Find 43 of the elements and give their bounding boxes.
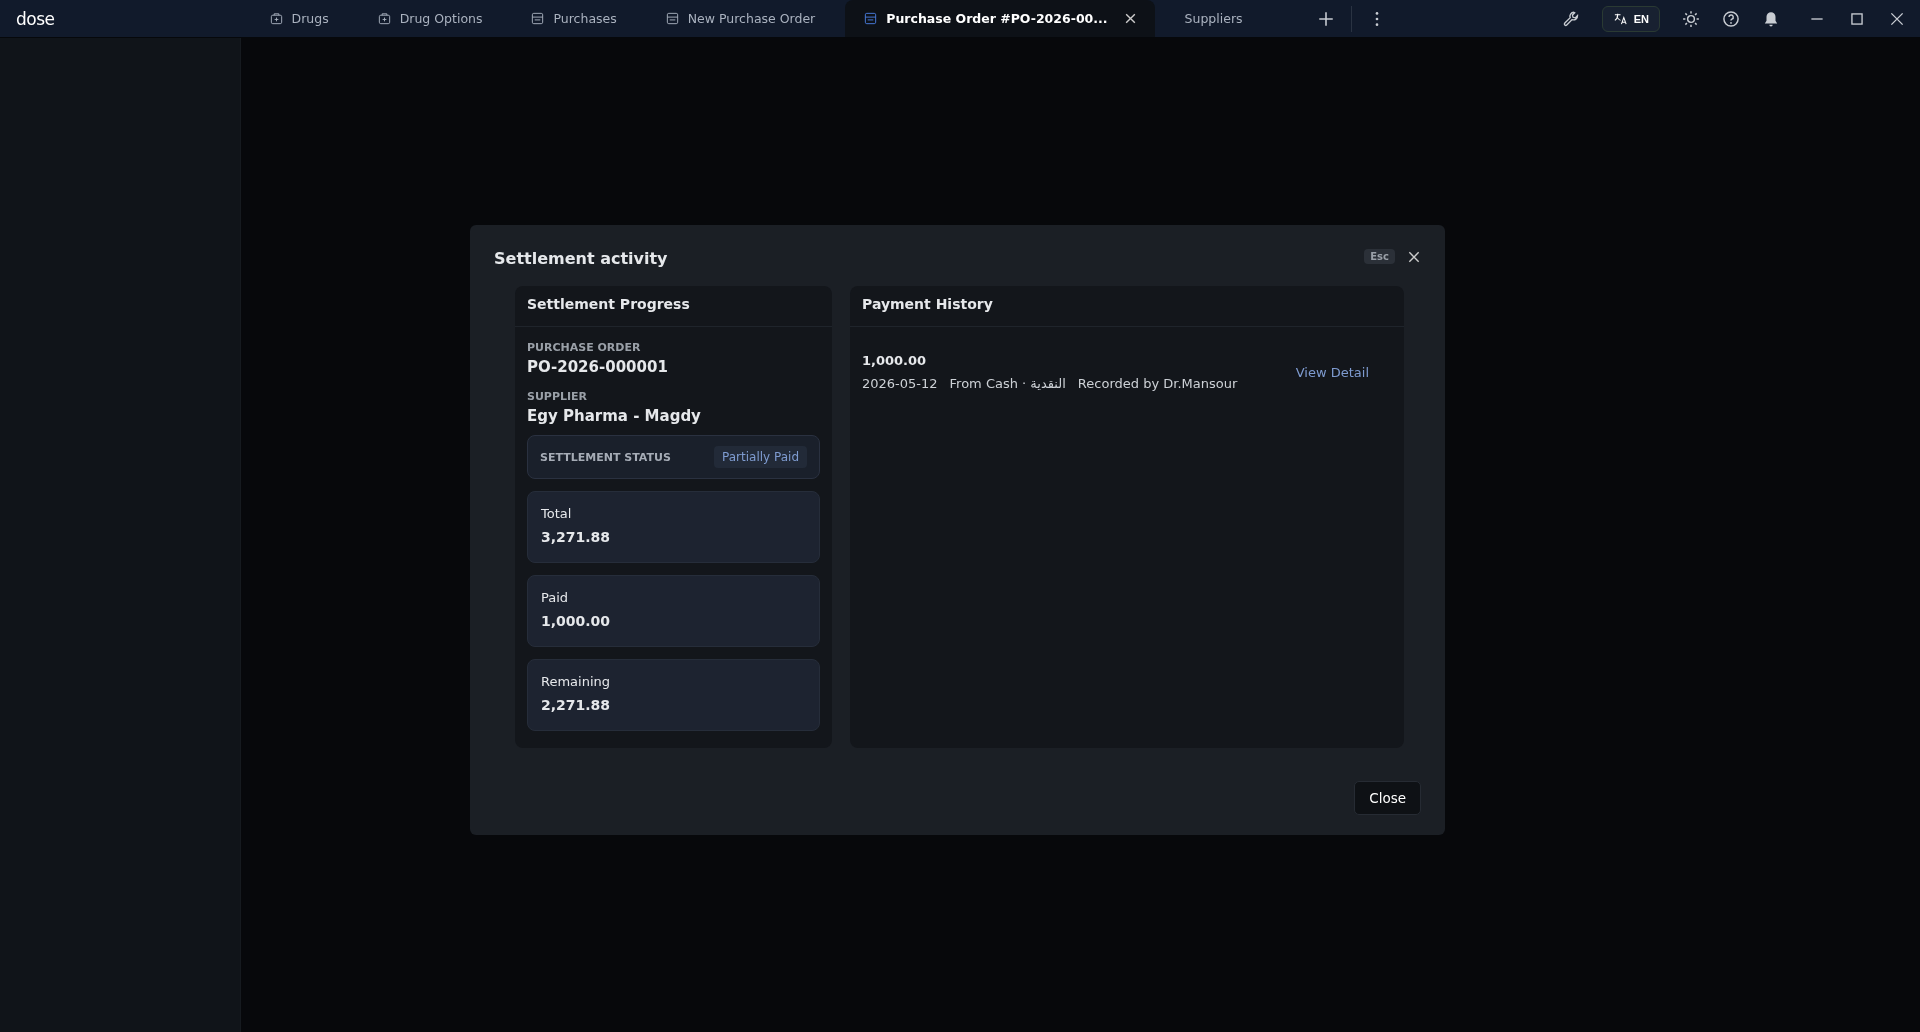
supplier-name: Egy Pharma - Magdy (527, 407, 702, 425)
receipt-icon (530, 11, 546, 26)
translate-icon (1612, 11, 1628, 26)
dialog-title: Settlement activity (494, 249, 668, 268)
payment-method: From Cash · النقدية (949, 376, 1066, 391)
card-title: Settlement Progress (515, 286, 832, 327)
amount-value: 3,271.88 (541, 529, 612, 545)
amount-label: Remaining (541, 674, 612, 689)
amount-value: 1,000.00 (541, 613, 612, 629)
receipt-icon (664, 11, 680, 26)
payment-amount: 1,000.00 (862, 353, 928, 368)
recorded-by: Recorded by Dr.Mansour (1077, 376, 1238, 391)
card-title: Payment History (850, 286, 1404, 327)
esc-key-hint: Esc (1364, 249, 1395, 264)
plus-icon[interactable] (1316, 9, 1335, 28)
amount-label: Paid (541, 590, 570, 605)
box-icon (376, 11, 392, 26)
sun-icon[interactable] (1682, 9, 1700, 28)
tab[interactable]: Purchases (512, 0, 635, 37)
status-label: SETTLEMENT STATUS (540, 450, 671, 464)
wrench-icon[interactable] (1561, 9, 1580, 28)
field-label: SUPPLIER (527, 390, 589, 403)
language-button[interactable]: EN (1601, 5, 1660, 32)
tab[interactable]: Suppliers (1166, 0, 1261, 37)
status-badge: Partially Paid (714, 446, 807, 468)
view-detail-link[interactable]: View Detail (1295, 364, 1369, 380)
close-icon[interactable] (1123, 12, 1137, 25)
close-icon[interactable] (1407, 249, 1421, 264)
box-icon (268, 11, 284, 26)
tab[interactable]: Drug Options (358, 0, 501, 37)
receipt-icon (863, 11, 879, 26)
field-label: PURCHASE ORDER (527, 341, 642, 354)
bell-icon[interactable] (1762, 9, 1780, 28)
po-number: PO-2026-000001 (527, 358, 669, 376)
app-logo: dose (16, 8, 55, 29)
close-button[interactable]: Close (1354, 781, 1421, 815)
payment-date: 2026-05-12 (862, 376, 938, 391)
tab[interactable]: Purchase Order #PO-2026-00... (845, 0, 1155, 37)
amount-label: Total (541, 506, 573, 521)
tab[interactable]: Drugs (250, 0, 347, 37)
amount-value: 2,271.88 (541, 697, 612, 713)
tab[interactable]: New Purchase Order (646, 0, 834, 37)
help-icon[interactable] (1722, 9, 1740, 28)
